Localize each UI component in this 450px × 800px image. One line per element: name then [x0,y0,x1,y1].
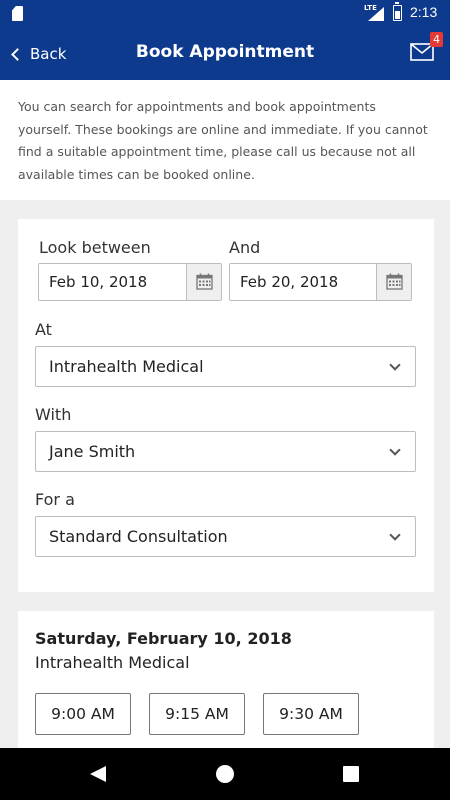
chevron-down-icon [389,444,401,456]
app-bar: Book Appointment Back 4 [0,28,450,80]
status-bar: LTE 2:13 [0,0,450,28]
start-date-calendar-button[interactable] [186,264,221,300]
appointment-type-select-value: Standard Consultation [49,527,228,546]
nav-home-icon[interactable] [216,765,234,783]
end-date-calendar-button[interactable] [376,264,411,300]
intro-section: You can search for appointments and book… [0,80,450,200]
back-label: Back [30,45,67,63]
start-date-value: Feb 10, 2018 [49,273,148,291]
chevron-down-icon [389,359,401,371]
sd-card-icon [12,6,23,21]
search-form-card: Look between And Feb 10, 2018 Feb 20, 20… [18,219,434,592]
practitioner-select-value: Jane Smith [49,442,136,461]
end-date-value: Feb 20, 2018 [240,273,339,291]
network-type: LTE [364,4,377,12]
look-between-label: Look between [39,238,151,257]
result-location: Intrahealth Medical [35,653,190,672]
location-select[interactable]: Intrahealth Medical [35,346,416,387]
for-label: For a [35,490,75,509]
appointment-results-card: Saturday, February 10, 2018 Intrahealth … [18,611,434,751]
battery-icon [393,2,402,21]
nav-recents-icon[interactable] [343,766,359,782]
chevron-down-icon [389,529,401,541]
practitioner-select[interactable]: Jane Smith [35,431,416,472]
time-slot-button[interactable]: 9:00 AM [35,693,131,735]
location-select-value: Intrahealth Medical [49,357,204,376]
calendar-icon [386,273,403,290]
appointment-type-select[interactable]: Standard Consultation [35,516,416,557]
mail-badge: 4 [430,32,443,47]
nav-back-icon[interactable] [90,766,106,782]
end-date-field[interactable]: Feb 20, 2018 [229,263,412,301]
back-button[interactable]: Back [10,42,66,66]
time-slot-button[interactable]: 9:30 AM [263,693,359,735]
status-time: 2:13 [410,4,438,20]
result-date: Saturday, February 10, 2018 [35,629,292,648]
intro-text: You can search for appointments and book… [18,99,428,182]
at-label: At [35,320,52,339]
start-date-field[interactable]: Feb 10, 2018 [38,263,222,301]
page-title: Book Appointment [135,42,315,62]
with-label: With [35,405,72,424]
time-slot-button[interactable]: 9:15 AM [149,693,245,735]
calendar-icon [196,273,213,290]
system-nav-bar [0,748,450,800]
back-chevron-icon [11,47,24,61]
and-label: And [229,238,261,257]
